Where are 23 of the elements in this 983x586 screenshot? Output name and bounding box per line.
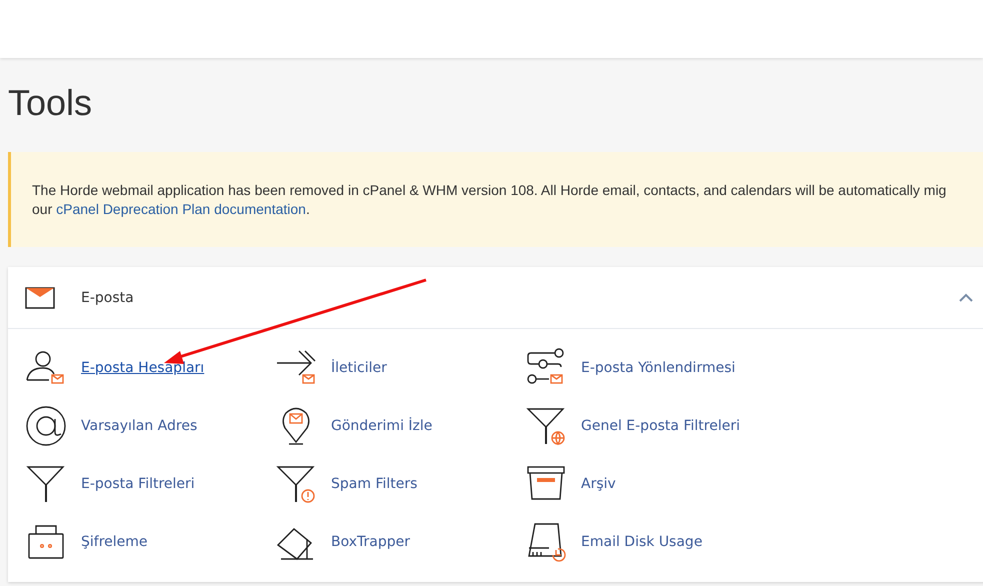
email-tool-link[interactable]: Genel E-posta Filtreleri (581, 418, 740, 434)
section-title: E-posta (81, 290, 134, 306)
email-tool-link[interactable]: Şifreleme (81, 534, 148, 550)
email-tool-link[interactable]: E-posta Filtreleri (81, 476, 195, 492)
funnel-globe-icon[interactable] (525, 406, 567, 446)
email-tool-link[interactable]: E-posta Hesapları (81, 360, 204, 376)
email-tool-link[interactable]: Arşiv (581, 476, 616, 492)
envelope-icon (25, 286, 55, 308)
page-title: Tools (8, 82, 94, 125)
email-tool-link[interactable]: İleticiler (331, 360, 387, 376)
funnel-warning-icon[interactable] (275, 464, 317, 504)
email-tool-link[interactable]: E-posta Yönlendirmesi (581, 360, 736, 376)
notice-text: The Horde webmail application has been removed in cPanel & WHM version 108. All Horde email, contacts, and calendars will be automatically mig our cPanel Deprecation Plan documentation. (32, 180, 946, 218)
documentation-link[interactable]: cPanel Deprecation Plan documentation (56, 200, 306, 216)
email-tool-link[interactable]: Varsayılan Adres (81, 418, 198, 434)
email-tool-link[interactable]: Spam Filters (331, 476, 418, 492)
email-tool-link[interactable]: BoxTrapper (331, 534, 410, 550)
chevron-up-icon[interactable] (959, 293, 973, 302)
funnel-icon[interactable] (25, 464, 67, 504)
email-tool-link[interactable]: Gönderimi İzle (331, 418, 432, 434)
at-sign-icon[interactable] (25, 406, 67, 446)
disk-chart-icon[interactable] (525, 522, 567, 562)
email-tool-link[interactable]: Email Disk Usage (581, 534, 702, 550)
